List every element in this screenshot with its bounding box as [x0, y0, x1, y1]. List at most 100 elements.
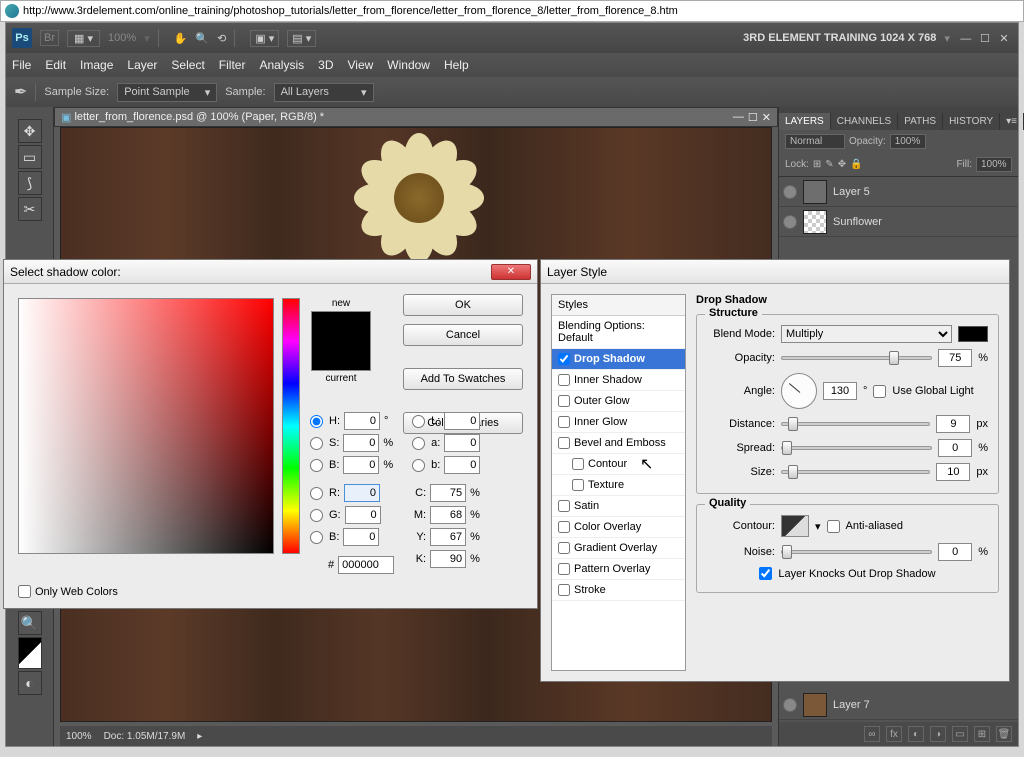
fill-field[interactable]: 100%: [976, 157, 1012, 172]
sample-dd[interactable]: All Layers▾: [274, 83, 374, 102]
tab-paths[interactable]: PATHS: [898, 113, 943, 130]
l-radio[interactable]: [412, 415, 425, 428]
view-dd[interactable]: ▦ ▾: [67, 30, 100, 47]
zoom-tool-icon[interactable]: 🔍: [18, 611, 42, 635]
close-button[interactable]: ✕: [996, 32, 1012, 45]
noise-value[interactable]: [938, 543, 972, 561]
color-field[interactable]: [18, 298, 274, 554]
style-item-texture[interactable]: Texture: [552, 475, 685, 496]
doc-zoom[interactable]: 100%: [66, 731, 92, 742]
lock-paint-icon[interactable]: ✎: [825, 159, 833, 170]
menu-help[interactable]: Help: [444, 58, 469, 72]
menu-select[interactable]: Select: [171, 58, 204, 72]
style-item-inner-glow[interactable]: Inner Glow: [552, 412, 685, 433]
maximize-button[interactable]: ☐: [977, 32, 993, 45]
visibility-icon[interactable]: [783, 215, 797, 229]
shadow-color-swatch[interactable]: [958, 326, 988, 342]
b2-radio[interactable]: [310, 531, 323, 544]
menu-analysis[interactable]: Analysis: [259, 58, 304, 72]
doc-minimize[interactable]: —: [733, 111, 744, 124]
b2-field[interactable]: [343, 528, 379, 546]
new-color-swatch[interactable]: [311, 311, 371, 371]
marquee-tool-icon[interactable]: ▭: [18, 145, 42, 169]
add-swatches-button[interactable]: Add To Swatches: [403, 368, 523, 390]
r-field[interactable]: [344, 484, 380, 502]
h-radio[interactable]: [310, 415, 323, 428]
c-field[interactable]: [430, 484, 466, 502]
lock-trans-icon[interactable]: ⊞: [813, 159, 821, 170]
a-radio[interactable]: [412, 437, 425, 450]
style-item-outer-glow[interactable]: Outer Glow: [552, 391, 685, 412]
menu-window[interactable]: Window: [387, 58, 430, 72]
g-field[interactable]: [345, 506, 381, 524]
move-tool-icon[interactable]: ✥: [18, 119, 42, 143]
menu-filter[interactable]: Filter: [219, 58, 246, 72]
lock-move-icon[interactable]: ✥: [838, 159, 846, 170]
g-radio[interactable]: [310, 509, 323, 522]
menu-3d[interactable]: 3D: [318, 58, 333, 72]
cancel-button[interactable]: Cancel: [403, 324, 523, 346]
trash-icon[interactable]: 🗑: [996, 726, 1012, 742]
size-slider[interactable]: [781, 470, 930, 474]
tab-channels[interactable]: CHANNELS: [831, 113, 898, 130]
style-item-satin[interactable]: Satin: [552, 496, 685, 517]
global-light-checkbox[interactable]: [873, 385, 886, 398]
layer-fx-icon[interactable]: fx: [886, 726, 902, 742]
l-field[interactable]: [444, 412, 480, 430]
s-field[interactable]: [343, 434, 379, 452]
contour-picker[interactable]: [781, 515, 809, 537]
menu-edit[interactable]: Edit: [45, 58, 66, 72]
eyedropper-tool-icon[interactable]: ✒: [14, 82, 27, 102]
close-icon[interactable]: ✕: [491, 264, 531, 280]
search-icon[interactable]: 🔍: [195, 32, 209, 45]
a-field[interactable]: [444, 434, 480, 452]
br-icon[interactable]: Br: [40, 30, 59, 46]
menu-view[interactable]: View: [347, 58, 373, 72]
distance-slider[interactable]: [781, 422, 930, 426]
web-colors-checkbox[interactable]: [18, 585, 31, 598]
knockout-checkbox[interactable]: [759, 567, 772, 580]
style-item-pattern-overlay[interactable]: Pattern Overlay: [552, 559, 685, 580]
doc-close[interactable]: ✕: [762, 111, 771, 124]
opacity-field[interactable]: 100%: [890, 134, 926, 149]
distance-value[interactable]: [936, 415, 970, 433]
layer-mask-icon[interactable]: ◐: [908, 726, 924, 742]
angle-value[interactable]: [823, 382, 857, 400]
size-value[interactable]: [936, 463, 970, 481]
lasso-tool-icon[interactable]: ⟆: [18, 171, 42, 195]
style-item-contour[interactable]: Contour: [552, 454, 685, 475]
panel-menu-icon[interactable]: ▾≡: [1000, 113, 1024, 130]
anti-aliased-checkbox[interactable]: [827, 520, 840, 533]
noise-slider[interactable]: [781, 550, 932, 554]
tab-history[interactable]: HISTORY: [943, 113, 1000, 130]
tab-layers[interactable]: LAYERS: [779, 113, 831, 130]
hue-slider[interactable]: [282, 298, 300, 554]
b-radio[interactable]: [310, 459, 323, 472]
quickmask-icon[interactable]: ◐: [18, 671, 42, 695]
doc-info-arrow-icon[interactable]: ▸: [197, 731, 202, 742]
screen2-dd[interactable]: ▤ ▾: [287, 30, 316, 47]
group-icon[interactable]: ▭: [952, 726, 968, 742]
visibility-icon[interactable]: [783, 698, 797, 712]
k-field[interactable]: [430, 550, 466, 568]
hand-icon[interactable]: ✋: [174, 32, 188, 45]
style-item-inner-shadow[interactable]: Inner Shadow: [552, 370, 685, 391]
ok-button[interactable]: OK: [403, 294, 523, 316]
document-tab[interactable]: letter_from_florence.psd @ 100% (Paper, …: [74, 111, 324, 123]
contour-dd-icon[interactable]: ▾: [815, 520, 821, 533]
menu-file[interactable]: File: [12, 58, 31, 72]
style-item-blending[interactable]: Blending Options: Default: [552, 316, 685, 349]
opacity-value[interactable]: [938, 349, 972, 367]
s-radio[interactable]: [310, 437, 323, 450]
angle-dial[interactable]: [781, 373, 817, 409]
style-item-stroke[interactable]: Stroke: [552, 580, 685, 601]
style-item-gradient-overlay[interactable]: Gradient Overlay: [552, 538, 685, 559]
styles-header[interactable]: Styles: [552, 295, 685, 316]
minimize-button[interactable]: —: [958, 33, 974, 45]
m-field[interactable]: [430, 506, 466, 524]
lock-all-icon[interactable]: 🔒: [850, 159, 862, 170]
opacity-slider[interactable]: [781, 356, 932, 360]
spread-value[interactable]: [938, 439, 972, 457]
style-item-drop-shadow[interactable]: Drop Shadow: [552, 349, 685, 370]
link-layers-icon[interactable]: ∞: [864, 726, 880, 742]
